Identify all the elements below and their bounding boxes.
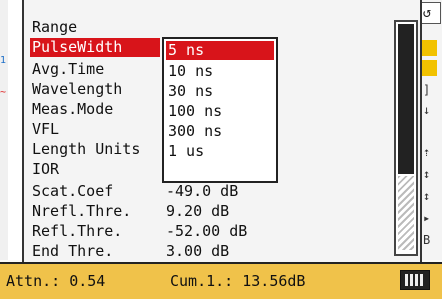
end-thre-value: 3.00 dB [166,242,230,260]
attenuation-readout: Attn.: 0.54 [6,272,106,290]
cumulative-loss-readout: Cum.1.: 13.56dB [170,272,306,290]
status-bar: Attn.: 0.54 Cum.1.: 13.56dB [0,262,442,299]
left-marker-label: 1 [0,55,7,66]
settings-menu: Range PulseWidth Avg.Time Wavelength Mea… [22,0,422,268]
arrow-icon[interactable]: ⇡ [423,146,430,158]
menu-item-scat-coef[interactable]: Scat.Coef [32,182,113,201]
arrow-icon[interactable]: ▸ [423,212,430,224]
scroll-thumb[interactable] [398,24,414,174]
pulsewidth-submenu: 5 ns 10 ns 30 ns 100 ns 300 ns 1 us [162,37,278,183]
arrow-icon[interactable]: ↕ [423,168,430,180]
arrow-icon[interactable]: ↓ [423,104,430,116]
refl-thre-value: -52.00 dB [166,222,248,240]
menu-item-pulsewidth[interactable]: PulseWidth [30,38,160,57]
menu-item-meas-mode[interactable]: Meas.Mode [32,100,113,119]
pulsewidth-option[interactable]: 100 ns [168,102,222,121]
menu-item-nrefl-thre[interactable]: Nrefl.Thre. [32,202,131,221]
menu-item-wavelength[interactable]: Wavelength [32,80,122,99]
arrow-icon[interactable]: ↕ [423,190,430,202]
pulsewidth-option[interactable]: 1 us [168,142,204,161]
arrow-icon[interactable]: B [423,234,430,246]
nrefl-thre-value: 9.20 dB [166,202,230,220]
scroll-track[interactable] [398,176,414,250]
menu-item-ior[interactable]: IOR [32,160,59,179]
menu-item-end-thre[interactable]: End Thre. [32,242,113,261]
battery-icon [400,270,430,290]
pulsewidth-option[interactable]: 30 ns [168,82,213,101]
menu-item-vfl[interactable]: VFL [32,120,59,139]
scat-coef-value: -49.0 dB [166,182,239,200]
otdr-screen: 1 ~ ↺ ] ↓ ⇡ ↕ ↕ ▸ B Range PulseWidth Avg… [0,0,442,299]
menu-item-refl-thre[interactable]: Refl.Thre. [32,222,122,241]
pulsewidth-option[interactable]: 300 ns [168,122,222,141]
menu-item-range[interactable]: Range [32,18,77,37]
menu-item-length-units[interactable]: Length Units [32,140,140,159]
menu-item-avg-time[interactable]: Avg.Time [32,60,104,79]
bracket-icon[interactable]: ] [423,84,430,96]
left-marker-tilde: ~ [0,87,7,98]
menu-scrollbar[interactable] [394,20,418,256]
pulsewidth-option[interactable]: 5 ns [166,41,274,60]
pulsewidth-option[interactable]: 10 ns [168,62,213,81]
